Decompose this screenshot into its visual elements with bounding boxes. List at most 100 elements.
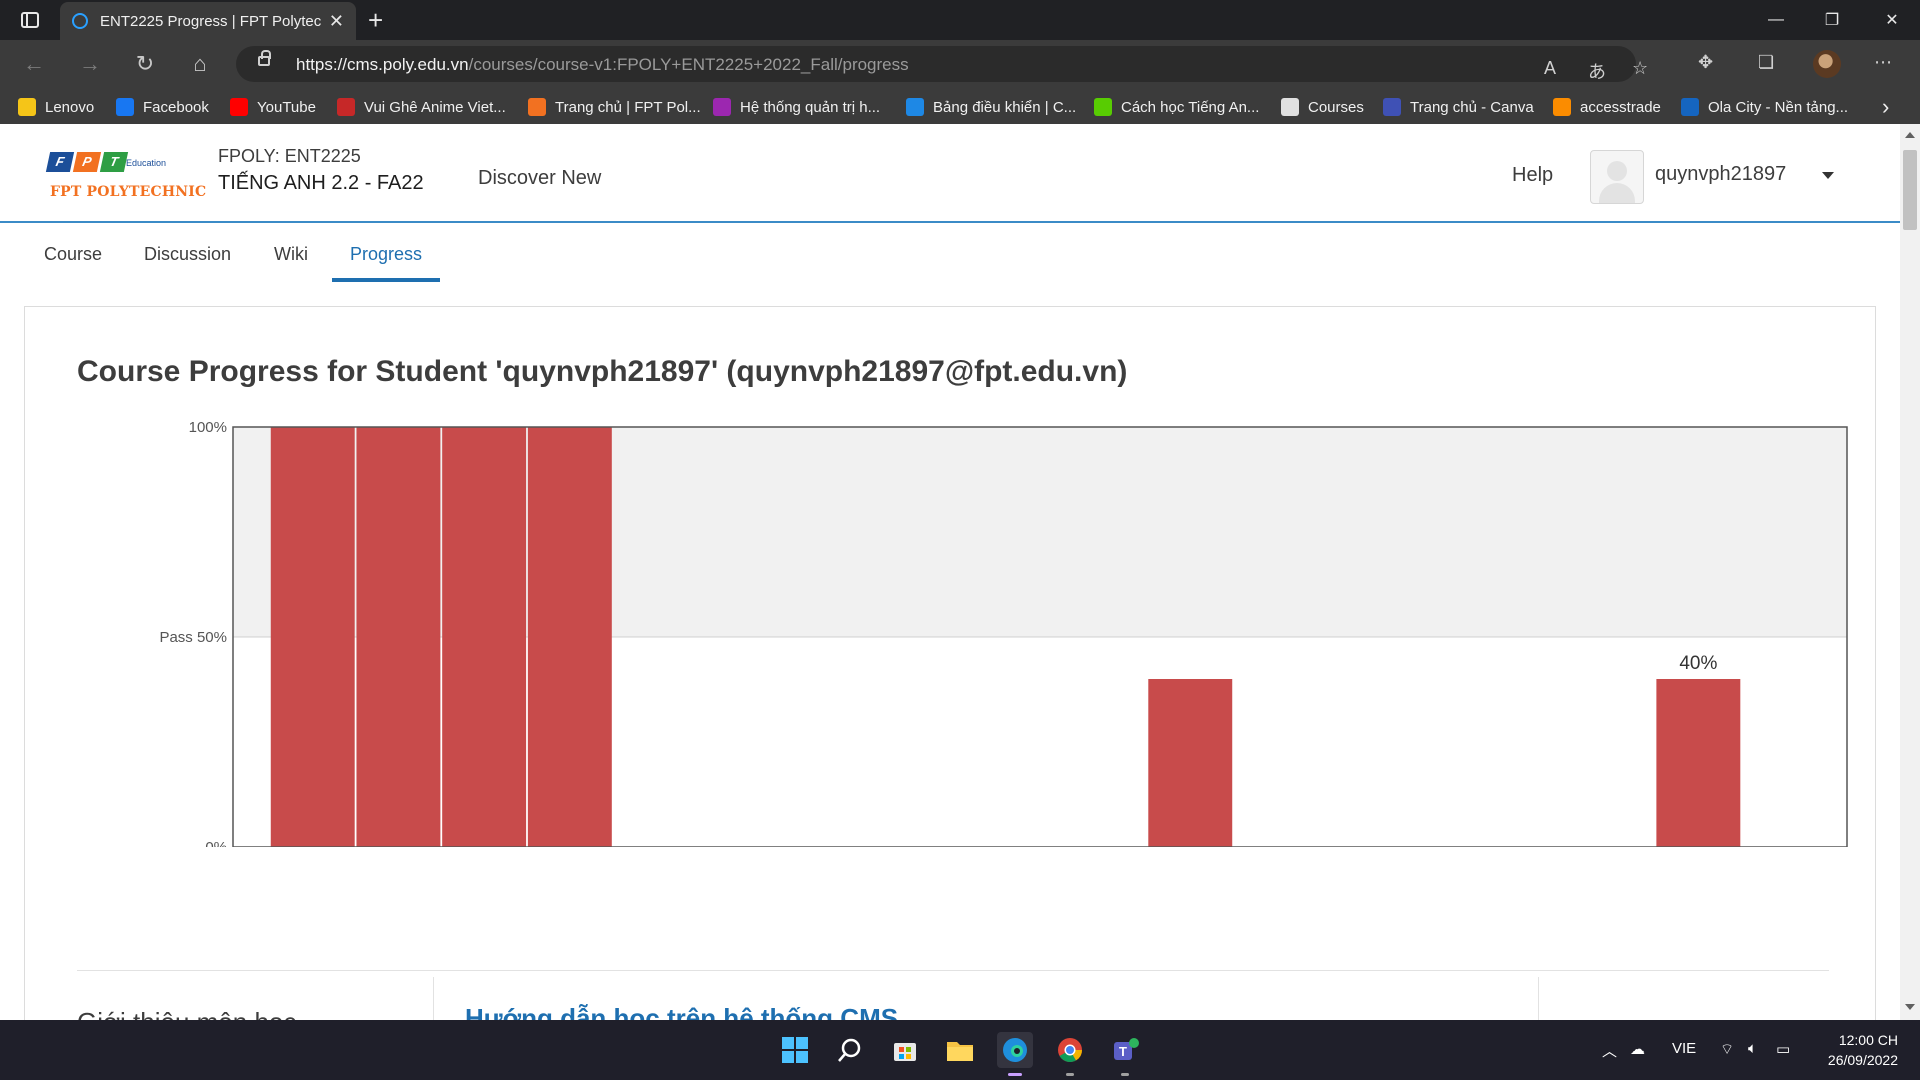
translate-icon[interactable]: あ — [1588, 58, 1606, 84]
extensions-icon[interactable]: ✥ — [1698, 52, 1713, 73]
bookmark-item[interactable]: Courses — [1281, 96, 1364, 118]
course-intro-heading: Giới thiệu môn học — [77, 1007, 296, 1020]
tab-course[interactable]: Course — [26, 244, 120, 282]
bookmark-favicon-icon — [1553, 98, 1571, 116]
logo-letter: F — [45, 152, 75, 172]
bookmark-favicon-icon — [230, 98, 248, 116]
bookmark-item[interactable]: Facebook — [116, 96, 209, 118]
favorite-add-icon[interactable]: ☆ — [1632, 58, 1648, 79]
bookmark-label: Facebook — [143, 98, 209, 116]
tab-wiki[interactable]: Wiki — [256, 244, 326, 282]
logo-letter: P — [72, 152, 102, 172]
bookmark-item[interactable]: Bảng điều khiển | C... — [906, 96, 1076, 118]
close-tab-icon[interactable]: ✕ — [329, 11, 344, 32]
start-icon[interactable] — [777, 1032, 813, 1068]
bookmark-favicon-icon — [1383, 98, 1401, 116]
user-avatar[interactable] — [1590, 150, 1644, 204]
tab-progress[interactable]: Progress — [332, 244, 441, 282]
user-menu-caret-icon[interactable] — [1822, 172, 1834, 179]
bookmark-favicon-icon — [1094, 98, 1112, 116]
discover-new-link[interactable]: Discover New — [478, 167, 601, 190]
progress-chart: Quiz 01Quiz 02Quiz 03Quiz 04Quiz 05Quiz … — [101, 407, 1861, 922]
home-icon[interactable]: ⌂ — [186, 50, 214, 78]
course-name: TIẾNG ANH 2.2 - FA22 — [218, 172, 424, 194]
battery-icon[interactable]: ▭ — [1776, 1040, 1790, 1058]
scroll-down-icon[interactable] — [1905, 1004, 1915, 1010]
bookmark-favicon-icon — [528, 98, 546, 116]
bookmark-item[interactable]: Vui Ghê Anime Viet... — [337, 96, 506, 118]
bookmark-item[interactable]: Trang chủ - Canva — [1383, 96, 1534, 118]
url-field[interactable]: https://cms.poly.edu.vn/courses/course-v… — [236, 46, 1648, 84]
tab-title: ENT2225 Progress | FPT Polytechnic — [100, 12, 321, 30]
bookmark-favicon-icon — [116, 98, 134, 116]
collections-icon[interactable]: ❏ — [1758, 52, 1774, 73]
page-content: FPT Education FPT POLYTECHNIC FPOLY: ENT… — [0, 124, 1900, 1020]
minimize-icon[interactable]: — — [1748, 0, 1804, 40]
bookmark-favicon-icon — [1681, 98, 1699, 116]
bookmark-item[interactable]: Cách học Tiếng An... — [1094, 96, 1259, 118]
lock-icon[interactable] — [258, 50, 271, 66]
browser-tab-active[interactable]: ENT2225 Progress | FPT Polytechnic ✕ — [60, 2, 356, 40]
profile-avatar[interactable] — [1813, 50, 1841, 78]
course-tabs: Course Discussion Wiki Progress — [0, 224, 1900, 282]
bookmark-favicon-icon — [1281, 98, 1299, 116]
bookmark-item[interactable]: Trang chủ | FPT Pol... — [528, 96, 701, 118]
refresh-icon[interactable]: ↻ — [131, 50, 159, 78]
tab-discussion[interactable]: Discussion — [126, 244, 249, 282]
bookmark-label: Trang chủ | FPT Pol... — [555, 98, 701, 116]
username-link[interactable]: quynvph21897 — [1655, 163, 1786, 186]
bookmark-item[interactable]: accesstrade — [1553, 96, 1661, 118]
cms-guide-link[interactable]: Hướng dẫn học trên hệ thống CMS — [465, 1003, 898, 1020]
tab-actions-icon[interactable] — [12, 8, 48, 32]
bar-quiz-02 — [356, 427, 441, 847]
logo-education-text: Education — [126, 158, 167, 168]
language-indicator[interactable]: VIE — [1672, 1040, 1696, 1057]
chrome-icon[interactable] — [1052, 1032, 1088, 1076]
back-icon[interactable]: ← — [20, 50, 48, 78]
bookmark-item[interactable]: Ola City - Nền tảng... — [1681, 96, 1848, 118]
logo-letter: T — [99, 152, 129, 172]
fpt-polytechnic-logo[interactable]: FPT Education FPT POLYTECHNIC — [45, 152, 206, 202]
bookmark-label: YouTube — [257, 98, 316, 116]
bookmark-label: Ola City - Nền tảng... — [1708, 98, 1849, 116]
windows-taskbar: T ︿ ☁ VIE ⌔ 🔈︎ ▭ 12:00 CH 26/09/2022 — [0, 1020, 1920, 1080]
scroll-up-icon[interactable] — [1905, 132, 1915, 138]
bookmark-item[interactable]: Hệ thống quản trị h... — [713, 96, 880, 118]
url-text[interactable]: https://cms.poly.edu.vn/courses/course-v… — [296, 55, 909, 75]
help-link[interactable]: Help — [1512, 164, 1553, 187]
scroll-thumb[interactable] — [1903, 150, 1917, 230]
store-icon[interactable] — [887, 1032, 923, 1068]
teams-icon[interactable]: T — [1107, 1032, 1143, 1076]
course-org: FPOLY: ENT2225 — [218, 146, 361, 166]
wifi-icon[interactable]: ⌔ — [1720, 1040, 1734, 1059]
bar-quiz-avg — [1148, 679, 1233, 847]
new-tab-icon[interactable]: + — [368, 4, 383, 36]
y-tick-label: 0% — [205, 839, 227, 847]
bookmark-item[interactable]: YouTube — [230, 96, 316, 118]
bar-quiz-01 — [270, 427, 355, 847]
logo-name: FPT POLYTECHNIC — [50, 184, 207, 200]
y-tick-label: Pass 50% — [159, 629, 227, 646]
volume-icon[interactable]: 🔈︎ — [1748, 1040, 1757, 1057]
bar-total — [1656, 679, 1741, 847]
clock[interactable]: 12:00 CH 26/09/2022 — [1828, 1030, 1898, 1070]
data-label: 40% — [1679, 653, 1717, 674]
tray-chevron-icon[interactable]: ︿ — [1602, 1040, 1617, 1061]
bookmark-label: Bảng điều khiển | C... — [933, 98, 1077, 116]
column-separator — [433, 977, 434, 1020]
bookmarks-overflow-icon[interactable]: › — [1882, 94, 1889, 119]
search-icon[interactable] — [832, 1032, 868, 1068]
bookmark-item[interactable]: Lenovo — [18, 96, 94, 118]
progress-title: Course Progress for Student 'quynvph2189… — [77, 355, 1128, 388]
onedrive-icon[interactable]: ☁ — [1630, 1040, 1645, 1058]
read-aloud-icon[interactable]: A — [1544, 58, 1556, 79]
edge-taskbar-icon[interactable] — [997, 1032, 1033, 1076]
restore-icon[interactable]: ❐ — [1804, 0, 1860, 40]
close-window-icon[interactable]: ✕ — [1864, 0, 1920, 40]
file-explorer-icon[interactable] — [942, 1032, 978, 1068]
bookmark-label: Cách học Tiếng An... — [1121, 98, 1260, 116]
page-scrollbar[interactable] — [1900, 124, 1920, 1020]
more-options-icon[interactable]: ⋯ — [1874, 52, 1892, 73]
forward-icon[interactable]: → — [76, 50, 104, 78]
bookmark-label: accesstrade — [1580, 98, 1661, 116]
